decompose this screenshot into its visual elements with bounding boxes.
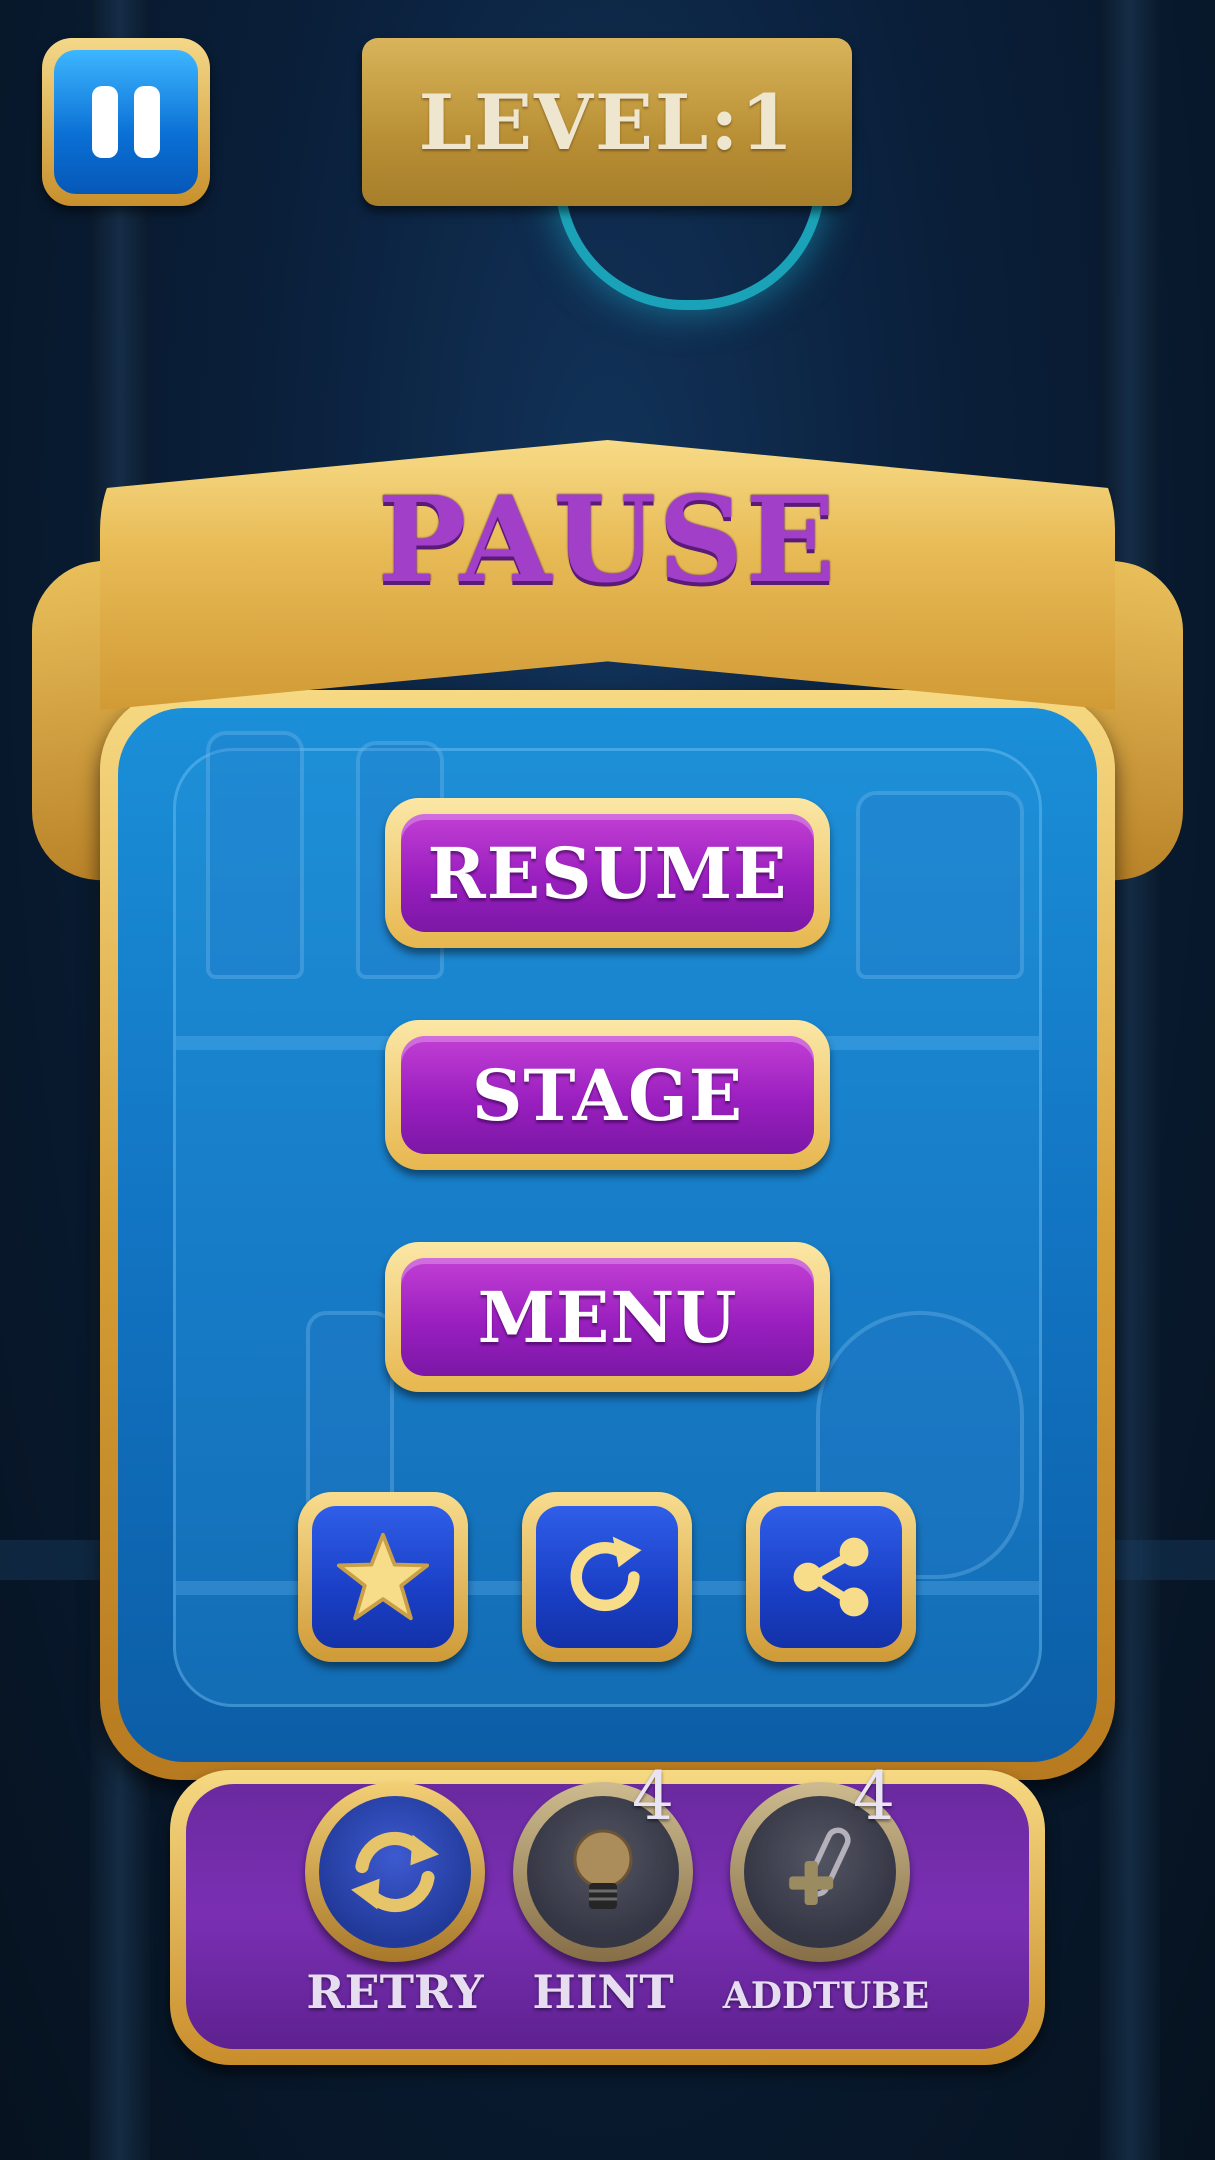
- bottle-decoration: [206, 731, 304, 979]
- stage-button[interactable]: STAGE: [385, 1020, 830, 1170]
- retry-label: RETRY: [306, 1965, 484, 2019]
- share-icon: [793, 1537, 869, 1617]
- pause-icon: [54, 50, 198, 194]
- restart-icon: [570, 1536, 642, 1612]
- pause-button[interactable]: [42, 38, 210, 206]
- resume-button[interactable]: RESUME: [385, 798, 830, 948]
- stage-label: STAGE: [471, 1053, 744, 1137]
- hint-label: HINT: [532, 1965, 674, 2019]
- addtube-count-badge: 4: [853, 1758, 895, 1835]
- addtube-label: ADDTUBE: [722, 1975, 930, 2017]
- pause-title: PAUSE: [377, 470, 838, 609]
- level-text: LEVEL:1: [418, 77, 796, 167]
- bottle-decoration: [856, 791, 1024, 979]
- star-icon: [336, 1532, 430, 1621]
- share-button[interactable]: [746, 1492, 916, 1662]
- hint-count-badge: 4: [632, 1758, 674, 1835]
- menu-label: MENU: [477, 1275, 738, 1359]
- menu-button[interactable]: MENU: [385, 1242, 830, 1392]
- retry-icon: [351, 1831, 439, 1913]
- restart-button[interactable]: [522, 1492, 692, 1662]
- level-plate: LEVEL:1: [362, 38, 852, 206]
- resume-label: RESUME: [427, 831, 788, 915]
- retry-button[interactable]: [305, 1782, 485, 1962]
- rate-button[interactable]: [298, 1492, 468, 1662]
